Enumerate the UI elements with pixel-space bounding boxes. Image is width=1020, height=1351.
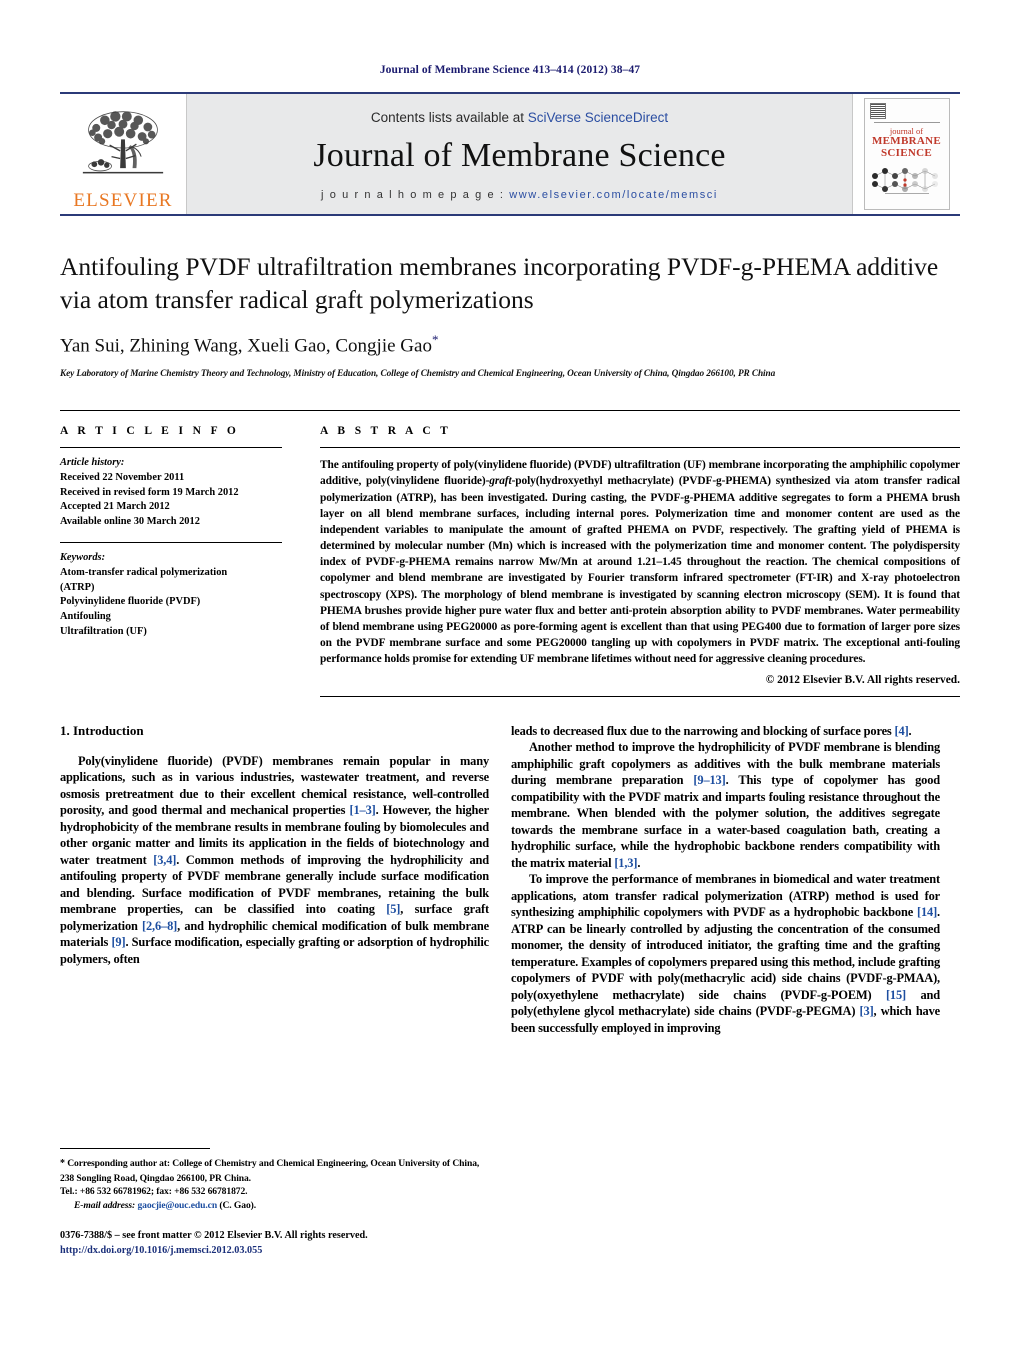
journal-homepage-line: j o u r n a l h o m e p a g e : www.else… (321, 189, 718, 201)
body-left-column: 1. Introduction Poly(vinylidene fluoride… (60, 723, 489, 1037)
citation-link[interactable]: [2,6–8] (142, 919, 177, 933)
author-names: Yan Sui, Zhining Wang, Xueli Gao, Congji… (60, 335, 432, 357)
keywords-label: Keywords: (60, 551, 106, 563)
abstract-heading: A B S T R A C T (320, 425, 452, 438)
journal-masthead: ELSEVIER Contents lists available at Sci… (60, 92, 960, 216)
issn-copyright-line: 0376-7388/$ – see front matter © 2012 El… (60, 1230, 368, 1241)
title-block: Antifouling PVDF ultrafiltration membran… (60, 250, 960, 380)
email-line: E-mail address: gaocjie@ouc.edu.cn (C. G… (60, 1199, 489, 1213)
history-item: Accepted 21 March 2012 (60, 501, 170, 513)
citation-link[interactable]: [4] (895, 724, 909, 738)
abstract-rule (320, 447, 960, 449)
citation-link[interactable]: [5] (386, 902, 400, 916)
keyword-item: Antifouling (60, 611, 111, 623)
email-owner: (C. Gao). (219, 1200, 257, 1212)
sciencedirect-link[interactable]: SciVerse ScienceDirect (528, 110, 668, 125)
elsevier-wordmark: ELSEVIER (73, 190, 173, 211)
cover-title-line3: SCIENCE (880, 146, 932, 159)
author-list: Yan Sui, Zhining Wang, Xueli Gao, Congji… (60, 332, 960, 357)
cover-divider (873, 122, 940, 123)
paragraph: To improve the performance of membranes … (511, 872, 941, 1035)
keywords-divider (60, 541, 282, 543)
masthead-center: Contents lists available at SciVerse Sci… (187, 94, 852, 214)
article-info-column: A R T I C L E I N F O Article history: R… (60, 425, 306, 696)
abstract-text: The antifouling property of poly(vinylid… (320, 457, 960, 667)
contents-prefix: Contents lists available at (370, 109, 524, 125)
paragraph: Poly(vinylidene fluoride) (PVDF) membran… (60, 753, 490, 966)
article-history-label: Article history: (60, 457, 125, 469)
elsevier-tree-icon (82, 111, 164, 174)
imprint-block: 0376-7388/$ – see front matter © 2012 El… (60, 1228, 580, 1259)
citation-link[interactable]: [9–13] (693, 773, 725, 787)
abstract-part2: -poly(hydroxyethyl methacrylate) (PVDF-g… (320, 475, 960, 666)
running-head: Journal of Membrane Science 413–414 (201… (379, 64, 641, 76)
cover-title-line2: MEMBRANE (871, 135, 941, 147)
footnote-divider (60, 1148, 210, 1149)
body-columns: 1. Introduction Poly(vinylidene fluoride… (60, 723, 960, 1037)
corresponding-author-note: * Corresponding author at: College of Ch… (60, 1157, 489, 1185)
corresponding-author-marker: * (431, 332, 439, 348)
body-right-column: leads to decreased flux due to the narro… (511, 723, 940, 1037)
keyword-item: Atom-transfer radical polymerization (60, 566, 228, 578)
article-page: Journal of Membrane Science 413–414 (201… (0, 0, 1020, 1351)
citation-link[interactable]: [1–3] (350, 803, 376, 817)
history-item: Received in revised form 19 March 2012 (60, 486, 239, 498)
info-abstract-section: A R T I C L E I N F O Article history: R… (60, 410, 960, 697)
email-link[interactable]: gaocjie@ouc.edu.cn (137, 1200, 217, 1211)
history-item: Available online 30 March 2012 (60, 516, 200, 528)
homepage-url[interactable]: www.elsevier.com/locate/memsci (509, 189, 718, 201)
citation-link[interactable]: [1,3] (614, 856, 637, 870)
article-history-group: Article history: Received 22 November 20… (60, 456, 282, 530)
cover-publisher-icon (869, 103, 886, 119)
paragraph: leads to decreased flux due to the narro… (511, 723, 912, 738)
paragraph: Another method to improve the hydrophili… (511, 740, 940, 870)
journal-title: Journal of Membrane Science (313, 136, 726, 174)
keyword-item: Polyvinylidene fluoride (PVDF) (60, 596, 201, 608)
keywords-group: Keywords: Atom-transfer radical polymeri… (60, 551, 282, 640)
article-info-rule (60, 447, 282, 449)
abstract-copyright: © 2012 Elsevier B.V. All rights reserved… (765, 673, 960, 686)
journal-cover-thumbnail: journal of MEMBRANE SCIENCE (863, 98, 950, 210)
email-label: E-mail address: (74, 1200, 136, 1212)
affiliation: Key Laboratory of Marine Chemistry Theor… (60, 368, 776, 379)
article-info-heading: A R T I C L E I N F O (60, 425, 240, 438)
citation-link[interactable]: [3] (860, 1004, 874, 1018)
footnote-star: * (60, 1158, 65, 1169)
corresponding-address: Corresponding author at: College of Chem… (60, 1158, 480, 1184)
homepage-label: j o u r n a l h o m e p a g e : (321, 188, 505, 201)
contact-tel-fax: Tel.: +86 532 66781962; fax: +86 532 667… (60, 1186, 248, 1198)
publisher-logo: ELSEVIER (60, 94, 187, 214)
abstract-graft-italic: graft (489, 475, 512, 488)
history-item: Received 22 November 2011 (60, 471, 185, 483)
keyword-item: (ATRP) (60, 581, 95, 593)
citation-link[interactable]: [15] (886, 988, 906, 1002)
contents-available-line: Contents lists available at SciVerse Sci… (371, 110, 668, 125)
abstract-bottom-rule (320, 695, 960, 697)
abstract-column: A B S T R A C T The antifouling property… (306, 425, 960, 697)
keyword-item: Ultrafiltration (UF) (60, 625, 147, 637)
footnote-block: * Corresponding author at: College of Ch… (60, 1148, 489, 1213)
page-title: Antifouling PVDF ultrafiltration membran… (60, 252, 939, 315)
citation-link[interactable]: [3,4] (153, 853, 176, 867)
section-heading-introduction: 1. Introduction (60, 722, 144, 738)
citation-link[interactable]: [14] (917, 905, 937, 919)
cover-footer (865, 192, 949, 205)
doi-link[interactable]: http://dx.doi.org/10.1016/j.memsci.2012.… (60, 1243, 580, 1258)
citation-link[interactable]: [9] (111, 935, 125, 949)
journal-cover-container: journal of MEMBRANE SCIENCE (852, 94, 960, 214)
